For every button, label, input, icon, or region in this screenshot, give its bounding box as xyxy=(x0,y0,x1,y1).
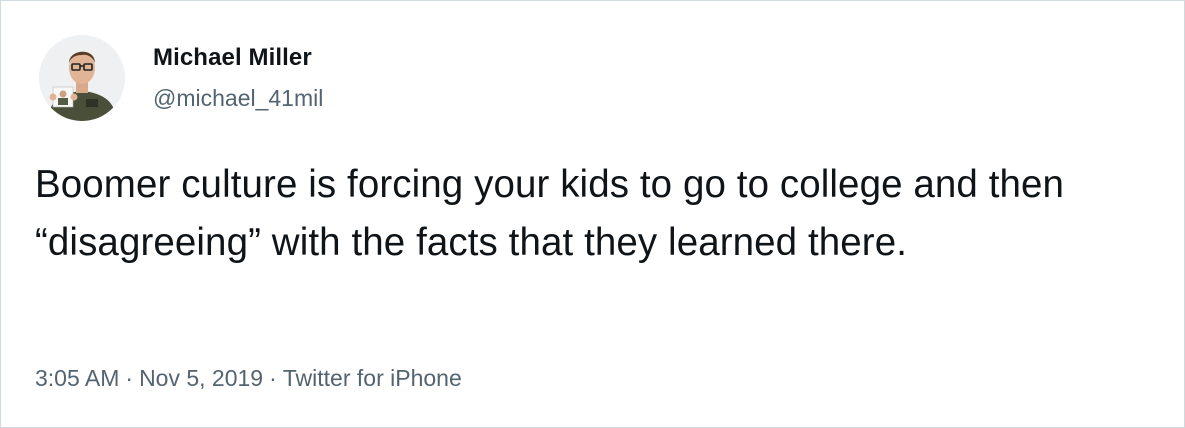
tweet-card: Michael Miller @michael_41mil Boomer cul… xyxy=(0,0,1185,428)
meta-separator: · xyxy=(269,365,277,391)
tweet-text: Boomer culture is forcing your kids to g… xyxy=(35,163,1065,264)
tweet-header: Michael Miller @michael_41mil xyxy=(39,35,323,121)
author-handle[interactable]: @michael_41mil xyxy=(153,83,323,113)
meta-separator: · xyxy=(125,365,134,391)
tweet-meta: 3:05 AM · Nov 5, 2019 · Twitter for iPhone xyxy=(35,361,462,395)
tweet-source-link[interactable]: Twitter for iPhone xyxy=(283,365,462,391)
avatar[interactable] xyxy=(39,35,125,121)
author-display-name[interactable]: Michael Miller xyxy=(153,43,323,73)
author-info: Michael Miller @michael_41mil xyxy=(153,43,323,113)
tweet-date[interactable]: Nov 5, 2019 xyxy=(139,365,263,391)
avatar-image xyxy=(39,35,125,121)
tweet-time[interactable]: 3:05 AM xyxy=(35,365,119,391)
